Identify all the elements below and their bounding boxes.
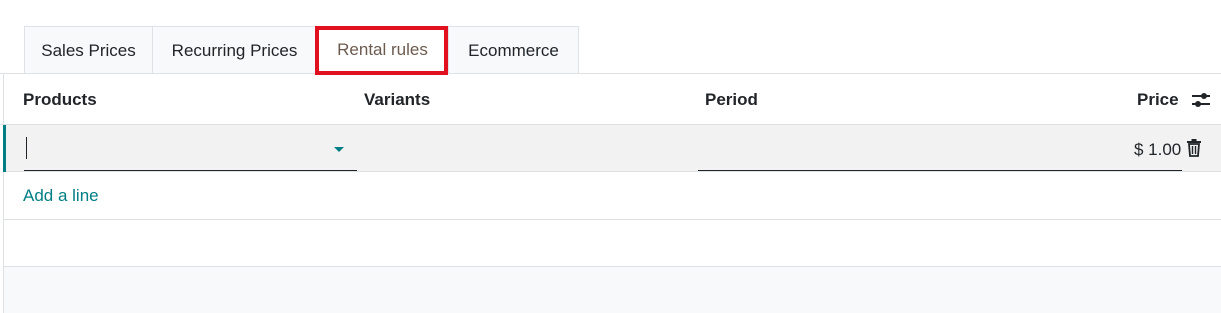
column-header-products[interactable]: Products: [23, 90, 97, 110]
notebook-tabs: Sales Prices Recurring Prices Rental rul…: [24, 26, 579, 74]
table-header: Products Variants Period Price: [0, 74, 1221, 125]
trash-icon[interactable]: [1186, 139, 1202, 157]
tab-label: Ecommerce: [468, 40, 559, 60]
row-focus-indicator: [3, 125, 6, 172]
price-value[interactable]: $ 1.00: [1134, 140, 1181, 160]
column-header-price[interactable]: Price: [1137, 90, 1179, 110]
table-row[interactable]: $ 1.00: [4, 125, 1221, 172]
tab-label: Recurring Prices: [171, 40, 298, 60]
product-field[interactable]: [24, 135, 357, 171]
tab-ecommerce[interactable]: Ecommerce: [448, 26, 579, 74]
table-footer: [4, 267, 1221, 313]
period-field[interactable]: [698, 135, 1182, 171]
sliders-icon[interactable]: [1190, 90, 1212, 110]
empty-row: [4, 220, 1221, 267]
column-header-variants[interactable]: Variants: [364, 90, 430, 110]
caret-down-icon[interactable]: [334, 147, 344, 152]
tab-label: Rental rules: [337, 40, 428, 59]
column-header-period[interactable]: Period: [705, 90, 758, 110]
tab-rental-rules[interactable]: Rental rules: [316, 26, 449, 74]
add-line-row: Add a line: [4, 172, 1221, 220]
rental-rules-panel: Sales Prices Recurring Prices Rental rul…: [0, 0, 1221, 313]
text-caret: [26, 137, 27, 159]
add-line-link[interactable]: Add a line: [23, 186, 99, 206]
tab-recurring-prices[interactable]: Recurring Prices: [152, 26, 317, 74]
tab-label: Sales Prices: [41, 40, 136, 60]
tab-sales-prices[interactable]: Sales Prices: [24, 26, 153, 74]
